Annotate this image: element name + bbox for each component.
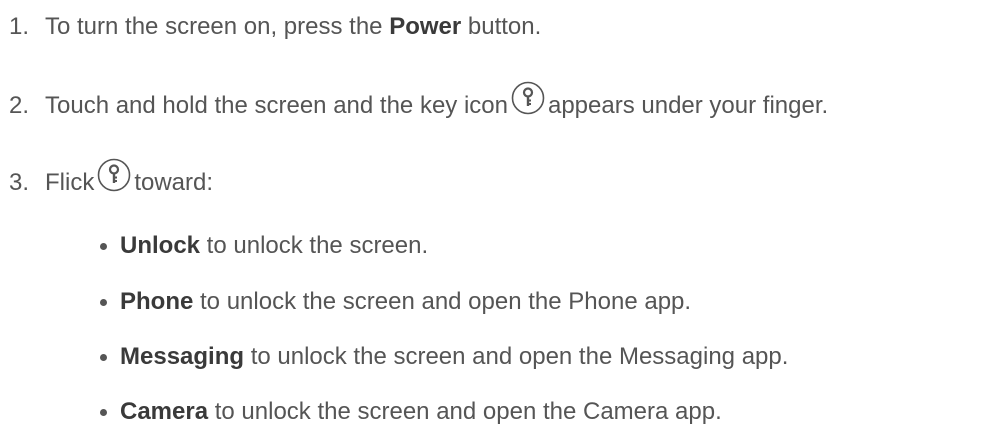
key-icon	[97, 158, 131, 192]
step-text-before: Flick	[45, 169, 95, 196]
step-number: 1.	[9, 13, 30, 40]
bullet-dot	[100, 298, 107, 306]
option-description: to unlock the screen and open the Phone …	[193, 288, 692, 315]
list-item: Phone to unlock the screen and open the …	[100, 288, 691, 316]
bullet-dot	[100, 353, 107, 361]
step-1: 1. To turn the screen on, press the Powe…	[9, 13, 541, 41]
step-text-before: Touch and hold the screen and the key ic…	[45, 92, 508, 119]
option-description: to unlock the screen.	[200, 232, 429, 259]
step-2: 2. Touch and hold the screen and the key…	[9, 81, 829, 123]
instruction-document: 1. To turn the screen on, press the Powe…	[0, 0, 985, 437]
option-description: to unlock the screen and open the Messag…	[244, 343, 789, 370]
bullet-dot	[100, 408, 107, 416]
step-3: 3. Flick toward:	[9, 158, 214, 200]
step-number: 2.	[9, 92, 30, 119]
key-icon	[511, 81, 545, 115]
power-button-label: Power	[389, 13, 462, 40]
step-text-after: toward:	[134, 169, 214, 196]
step-text-after: appears under your finger.	[547, 92, 829, 119]
bullet-dot	[100, 242, 107, 250]
step-text: To turn the screen on, press the Power b…	[45, 13, 541, 41]
option-name: Unlock	[120, 232, 201, 259]
step-text-before: To turn the screen on, press the	[45, 13, 390, 40]
step-text-after: button.	[461, 13, 542, 40]
option-name: Phone	[120, 288, 194, 315]
step-text: Touch and hold the screen and the key ic…	[45, 81, 829, 123]
option-description: to unlock the screen and open the Camera…	[208, 398, 722, 425]
list-item: Messaging to unlock the screen and open …	[100, 343, 788, 371]
list-item: Camera to unlock the screen and open the…	[100, 398, 722, 426]
option-name: Camera	[120, 398, 209, 425]
list-item: Unlock to unlock the screen.	[100, 232, 428, 260]
option-name: Messaging	[120, 343, 245, 370]
step-text: Flick toward:	[45, 158, 214, 200]
step-number: 3.	[9, 169, 30, 196]
